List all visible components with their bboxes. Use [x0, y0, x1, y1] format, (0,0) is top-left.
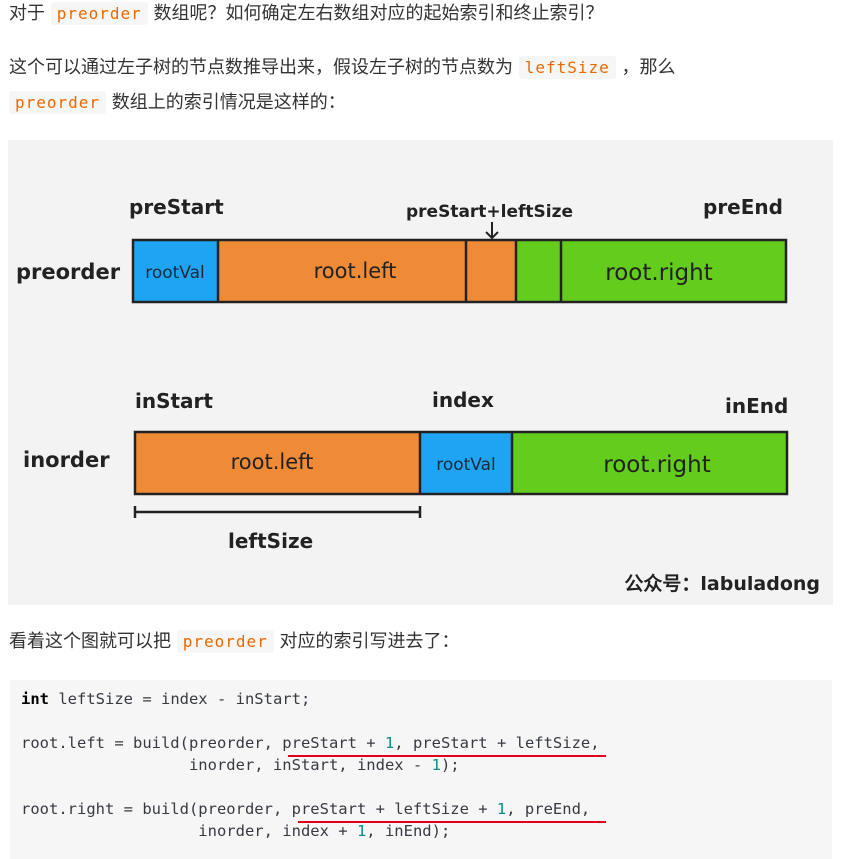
- diagram-svg: preorder preStart preStart+leftSize preE…: [16, 195, 820, 595]
- preend-label: preEnd: [703, 195, 783, 219]
- para2-text-2: 数组上的索引情况是这样的：: [111, 92, 346, 113]
- paragraph-2-line-2: preorder 数组上的索引情况是这样的：: [9, 85, 346, 120]
- pre-rootval-text: rootVal: [145, 263, 205, 283]
- index-label: index: [432, 388, 494, 412]
- pre-right-head-cell: [516, 240, 561, 302]
- code-block: int leftSize = index - inStart; root.lef…: [10, 680, 832, 859]
- preorder-label: preorder: [16, 260, 121, 284]
- paragraph-2-line-1: 这个可以通过左子树的节点数推导出来，假设左子树的节点数为 leftSize ，那…: [9, 50, 676, 85]
- para2-text: 这个可以通过左子树的节点数推导出来，假设左子树的节点数为: [9, 57, 513, 78]
- down-arrow-icon: [485, 222, 499, 240]
- inline-code-leftsize: leftSize: [518, 56, 616, 79]
- code-content: int leftSize = index - inStart; root.lef…: [21, 688, 600, 842]
- pre-left-tail-cell: [466, 240, 516, 302]
- watermark: 公众号：labuladong: [624, 572, 820, 595]
- pre-root-right-text: root.right: [605, 260, 712, 286]
- pre-root-left-text: root.left: [314, 259, 397, 283]
- inorder-label: inorder: [23, 448, 110, 472]
- inline-code-preorder-3: preorder: [176, 630, 274, 653]
- red-underline-1: [288, 755, 606, 757]
- para1-suffix: 数组呢？如何确定左右数组对应的起始索引和终止索引？: [153, 3, 604, 24]
- code-line-2: root.left = build(preorder, preStart + 1…: [21, 734, 600, 752]
- prestart-leftsize-label: preStart+leftSize: [406, 202, 573, 222]
- in-root-right-text: root.right: [603, 452, 710, 478]
- instart-label: inStart: [135, 389, 213, 413]
- inend-label: inEnd: [725, 394, 788, 418]
- leftsize-bracket: [133, 506, 422, 518]
- code-line-1: int leftSize = index - inStart;: [21, 690, 311, 708]
- prestart-label: preStart: [129, 195, 224, 219]
- index-diagram: preorder preStart preStart+leftSize preE…: [8, 140, 833, 605]
- code-line-3: inorder, inStart, index - 1);: [21, 756, 460, 774]
- paragraph-3: 看着这个图就可以把 preorder 对应的索引写进去了：: [9, 624, 460, 659]
- keyword-int: int: [21, 690, 49, 708]
- para3-suffix: 对应的索引写进去了：: [279, 631, 460, 652]
- paragraph-1: 对于 preorder 数组呢？如何确定左右数组对应的起始索引和终止索引？: [9, 0, 604, 31]
- leftsize-label: leftSize: [228, 529, 313, 553]
- in-rootval-text: rootVal: [436, 455, 496, 475]
- red-underline-2: [298, 821, 606, 823]
- inline-code-preorder: preorder: [50, 2, 148, 25]
- para1-prefix: 对于: [9, 3, 45, 24]
- para2-end: ，那么: [621, 57, 676, 78]
- code-line-4: root.right = build(preorder, preStart + …: [21, 800, 591, 818]
- code-line-5: inorder, index + 1, inEnd);: [21, 822, 451, 840]
- inline-code-preorder-2: preorder: [9, 91, 107, 114]
- in-root-left-text: root.left: [231, 450, 314, 474]
- para3-prefix: 看着这个图就可以把: [9, 631, 171, 652]
